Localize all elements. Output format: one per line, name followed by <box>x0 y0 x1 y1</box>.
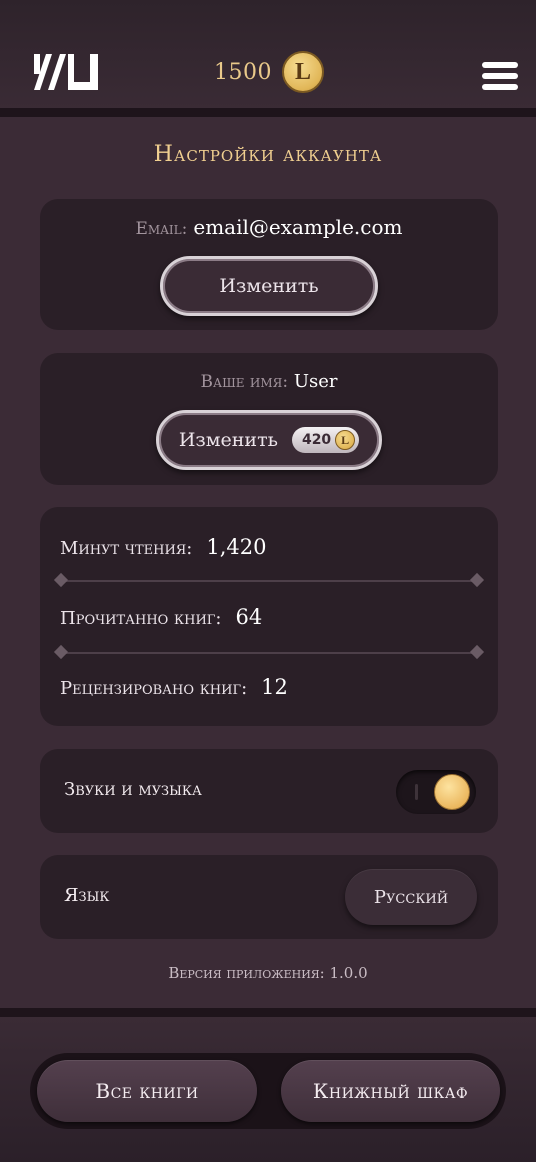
app-version: Версия приложения: 1.0.0 <box>168 964 368 982</box>
sound-toggle[interactable] <box>396 770 476 814</box>
stat-label: Минут чтения: <box>60 538 193 559</box>
email-value: email@example.com <box>193 215 403 239</box>
stat-label: Прочитанно книг: <box>60 608 222 629</box>
name-line: Ваше имя: User <box>40 371 498 392</box>
nav-all-books-button[interactable]: Все книги <box>37 1060 257 1122</box>
stat-reading-minutes: Минут чтения: 1,420 <box>60 535 266 559</box>
name-card: Ваше имя: User Изменить 420 L <box>40 353 498 485</box>
change-name-button[interactable]: Изменить 420 L <box>156 410 382 470</box>
nav-all-books-label: Все книги <box>95 1079 199 1103</box>
sound-label: Звуки и музыка <box>64 779 202 800</box>
stat-books-read: Прочитанно книг: 64 <box>60 605 262 629</box>
nav-bookshelf-label: Книжный шкаф <box>312 1079 469 1103</box>
price-badge: 420 L <box>291 427 360 453</box>
stats-divider <box>60 580 478 582</box>
toggle-on-mark <box>415 784 418 800</box>
language-value: Русский <box>373 886 449 908</box>
stat-label: Рецензировано книг: <box>60 678 248 699</box>
name-value: User <box>293 371 338 392</box>
sound-setting-card: Звуки и музыка <box>40 749 498 833</box>
language-select[interactable]: Русский <box>345 869 477 925</box>
hamburger-menu-icon[interactable] <box>482 62 518 90</box>
language-label: Язык <box>64 885 110 906</box>
footer-divider <box>0 1008 536 1017</box>
header-divider <box>0 108 536 117</box>
stats-divider <box>60 652 478 654</box>
change-email-button[interactable]: Изменить <box>160 256 378 316</box>
nav-bookshelf-button[interactable]: Книжный шкаф <box>281 1060 500 1122</box>
coin-balance: 1500 L <box>214 51 324 93</box>
change-name-label: Изменить <box>178 429 278 451</box>
email-label: Email: <box>135 219 188 239</box>
language-setting-card: Язык Русский <box>40 855 498 939</box>
coin-icon: L <box>335 430 356 450</box>
change-email-label: Изменить <box>219 275 319 297</box>
price-value: 420 <box>301 432 332 448</box>
name-label: Ваше имя: <box>200 372 289 392</box>
reading-stats-card: Минут чтения: 1,420 Прочитанно книг: 64 … <box>40 507 498 726</box>
stat-value: 12 <box>261 675 288 699</box>
page-title: Настройки аккаунта <box>153 142 383 167</box>
stat-value: 64 <box>235 605 263 629</box>
brand-logo-icon[interactable] <box>32 54 100 90</box>
email-line: Email: email@example.com <box>40 215 498 239</box>
toggle-knob <box>434 774 470 810</box>
coin-icon: L <box>282 51 324 93</box>
coin-balance-value: 1500 <box>214 59 272 85</box>
email-card: Email: email@example.com Изменить <box>40 199 498 330</box>
stat-books-reviewed: Рецензировано книг: 12 <box>60 675 288 699</box>
stat-value: 1,420 <box>206 535 267 559</box>
